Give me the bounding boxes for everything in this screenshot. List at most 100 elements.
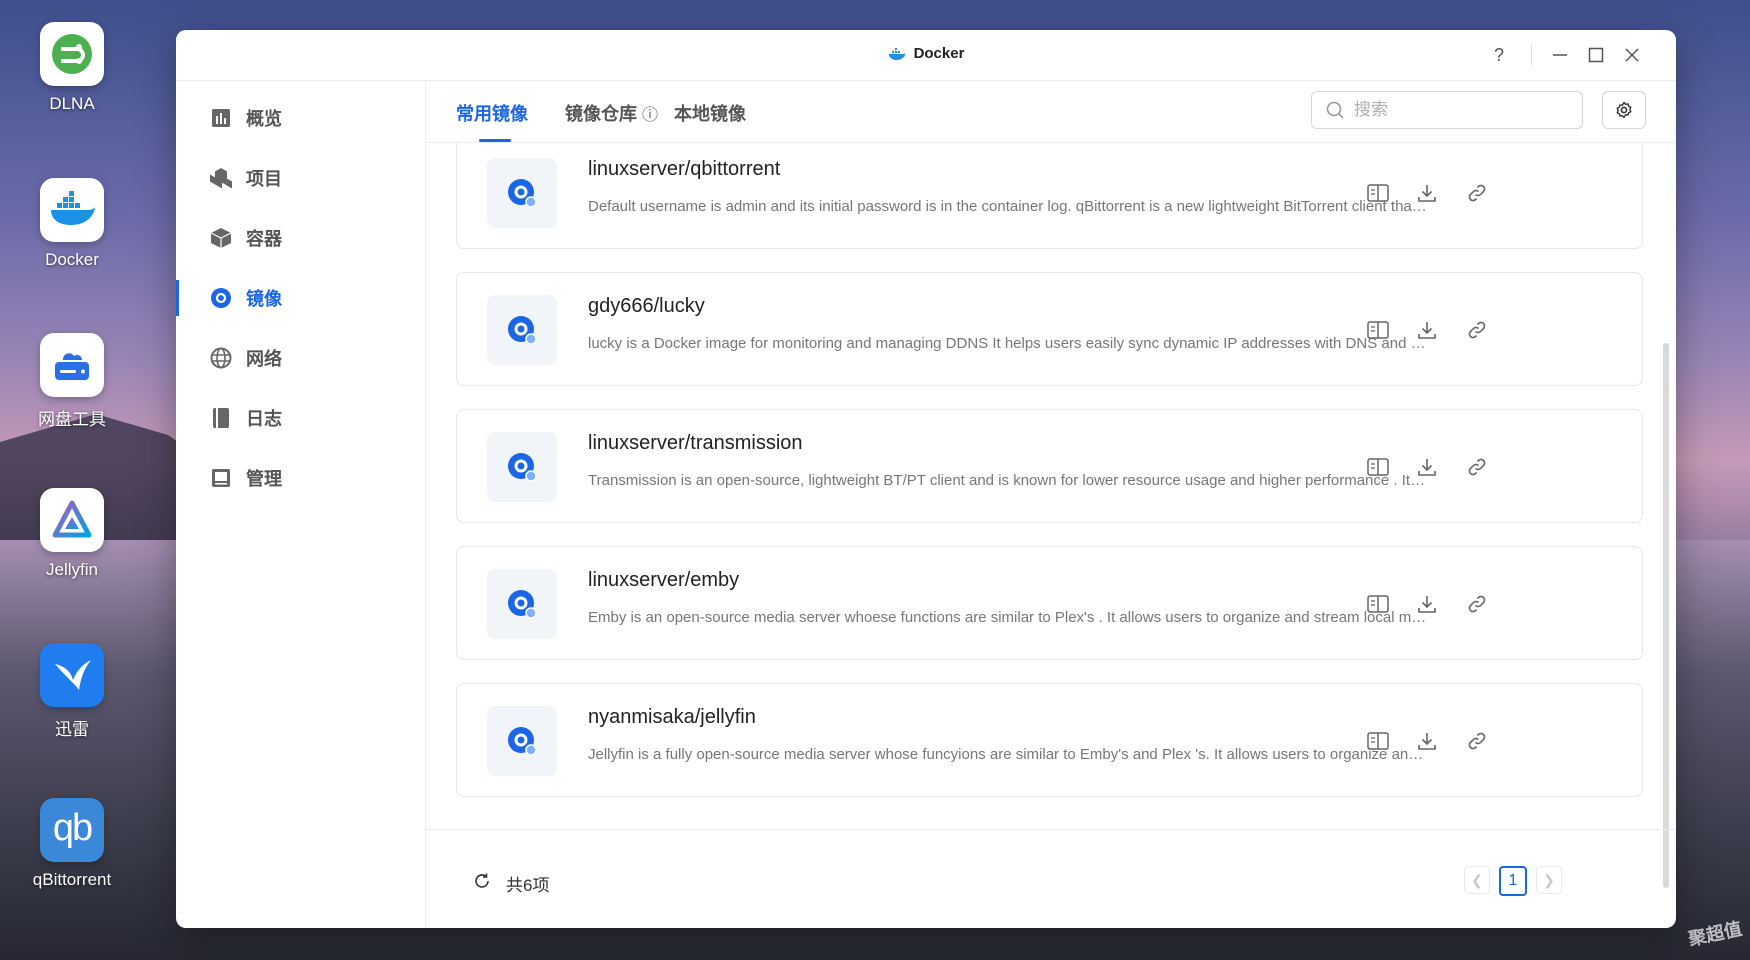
desktop-icon-label: 迅雷 (55, 720, 89, 739)
scrollbar[interactable] (1663, 343, 1669, 888)
desktop-icon-thunder[interactable]: 迅雷 (20, 643, 124, 740)
readme-button[interactable] (1363, 452, 1393, 482)
image-icon (210, 287, 232, 309)
desktop-icon-label: DLNA (49, 94, 95, 113)
link-icon (1468, 458, 1486, 476)
image-logo-icon (487, 569, 557, 639)
image-card[interactable]: linuxserver/qbittorrent Default username … (456, 143, 1643, 249)
maximize-button[interactable] (1583, 42, 1609, 68)
readme-button[interactable] (1363, 589, 1393, 619)
sidebar-item-container[interactable]: 容器 (176, 216, 425, 260)
help-icon: ? (1493, 44, 1504, 65)
minimize-icon (1553, 54, 1567, 56)
active-tab-indicator (479, 139, 511, 142)
docker-icon (40, 178, 104, 242)
minimize-button[interactable] (1547, 42, 1573, 68)
readme-button[interactable] (1363, 726, 1393, 756)
close-icon (1625, 48, 1639, 62)
download-icon (1418, 596, 1436, 613)
link-button[interactable] (1462, 726, 1492, 756)
main-panel: 常用镜像 镜像仓库 ⓘ 本地镜像 linuxserver/qbittorrent… (426, 80, 1676, 928)
sidebar-item-network[interactable]: 网络 (176, 336, 425, 380)
download-button[interactable] (1412, 452, 1442, 482)
sidebar: 概览 项目 容器 镜像 网络 日志 管理 (176, 80, 426, 928)
link-button[interactable] (1462, 178, 1492, 208)
close-button[interactable] (1619, 42, 1645, 68)
image-description: Default username is admin and its initia… (588, 198, 1428, 215)
project-icon (210, 167, 232, 189)
refresh-button[interactable] (471, 870, 493, 892)
image-logo-icon (487, 158, 557, 228)
sidebar-item-manage[interactable]: 管理 (176, 456, 425, 500)
download-button[interactable] (1412, 315, 1442, 345)
list-footer: 共6项 ❮ 1 ❯ (426, 829, 1676, 928)
image-description: Jellyfin is a fully open-source media se… (588, 746, 1428, 763)
link-icon (1468, 595, 1486, 613)
image-logo-icon (487, 706, 557, 776)
link-icon (1468, 321, 1486, 339)
desktop-icon-docker[interactable]: Docker (20, 178, 124, 270)
total-count: 共6项 (506, 876, 550, 895)
settings-button[interactable] (1602, 91, 1646, 129)
image-card[interactable]: gdy666/lucky lucky is a Docker image for … (456, 272, 1643, 386)
book-icon (1367, 458, 1389, 476)
sidebar-item-label: 容器 (246, 229, 282, 249)
title-bar: Docker ? (176, 30, 1676, 81)
page-number-current[interactable]: 1 (1499, 866, 1527, 896)
search-box[interactable] (1311, 91, 1583, 129)
image-card[interactable]: linuxserver/transmission Transmission is … (456, 409, 1643, 523)
jellyfin-icon (40, 488, 104, 552)
tab-common-images[interactable]: 常用镜像 (456, 100, 528, 126)
sidebar-item-image[interactable]: 镜像 (176, 276, 425, 320)
link-button[interactable] (1462, 315, 1492, 345)
network-icon (210, 347, 232, 369)
tab-label: 镜像仓库 (565, 104, 637, 124)
chevron-left-icon: ❮ (1471, 871, 1483, 888)
readme-button[interactable] (1363, 315, 1393, 345)
image-card[interactable]: linuxserver/emby Emby is an open-source m… (456, 546, 1643, 660)
title-divider (1531, 44, 1532, 66)
image-card[interactable]: nyanmisaka/jellyfin Jellyfin is a fully o… (456, 683, 1643, 797)
window-title-text: Docker (913, 45, 965, 62)
image-list: linuxserver/qbittorrent Default username … (426, 143, 1676, 905)
sidebar-item-label: 概览 (246, 109, 282, 129)
readme-button[interactable] (1363, 178, 1393, 208)
maximize-icon (1588, 47, 1604, 63)
link-button[interactable] (1462, 452, 1492, 482)
desktop-icon-cloud-drive[interactable]: 网盘工具 (20, 333, 124, 430)
desktop-icon-qbittorrent[interactable]: qb qBittorrent (20, 798, 124, 890)
sidebar-item-label: 镜像 (246, 289, 282, 309)
desktop-icon-jellyfin[interactable]: Jellyfin (20, 488, 124, 580)
image-name: linuxserver/qbittorrent (588, 158, 781, 180)
link-button[interactable] (1462, 589, 1492, 619)
desktop-icon-dlna[interactable]: DLNA (20, 22, 124, 114)
tab-bar: 常用镜像 镜像仓库 ⓘ 本地镜像 (426, 80, 1676, 143)
link-icon (1468, 732, 1486, 750)
docker-whale-icon (888, 47, 906, 65)
qbittorrent-icon: qb (40, 798, 104, 862)
image-description: lucky is a Docker image for monitoring a… (588, 335, 1428, 352)
image-name: gdy666/lucky (588, 295, 705, 317)
sidebar-item-log[interactable]: 日志 (176, 396, 425, 440)
book-icon (1367, 184, 1389, 202)
info-icon[interactable]: ⓘ (642, 107, 658, 124)
prev-page-button[interactable]: ❮ (1464, 866, 1490, 894)
download-button[interactable] (1412, 726, 1442, 756)
tab-local-images[interactable]: 本地镜像 (674, 100, 746, 126)
next-page-button[interactable]: ❯ (1536, 866, 1562, 894)
image-name: nyanmisaka/jellyfin (588, 706, 756, 728)
docker-window: Docker ? 概览 项目 容器 镜像 网络 日志 管理 常用镜像 镜像仓库 … (176, 30, 1676, 928)
sidebar-item-project[interactable]: 项目 (176, 156, 425, 200)
image-description: Transmission is an open-source, lightwei… (588, 472, 1428, 489)
tab-image-registry[interactable]: 镜像仓库 ⓘ (565, 100, 658, 126)
download-button[interactable] (1412, 589, 1442, 619)
help-button[interactable]: ? (1486, 42, 1512, 68)
sidebar-item-overview[interactable]: 概览 (176, 96, 425, 140)
desktop-icon-label: qBittorrent (32, 870, 112, 889)
image-name: linuxserver/transmission (588, 432, 803, 454)
image-name: linuxserver/emby (588, 569, 740, 591)
search-input[interactable] (1352, 99, 1582, 121)
download-button[interactable] (1412, 178, 1442, 208)
download-icon (1418, 733, 1436, 750)
dlna-icon (40, 22, 104, 86)
